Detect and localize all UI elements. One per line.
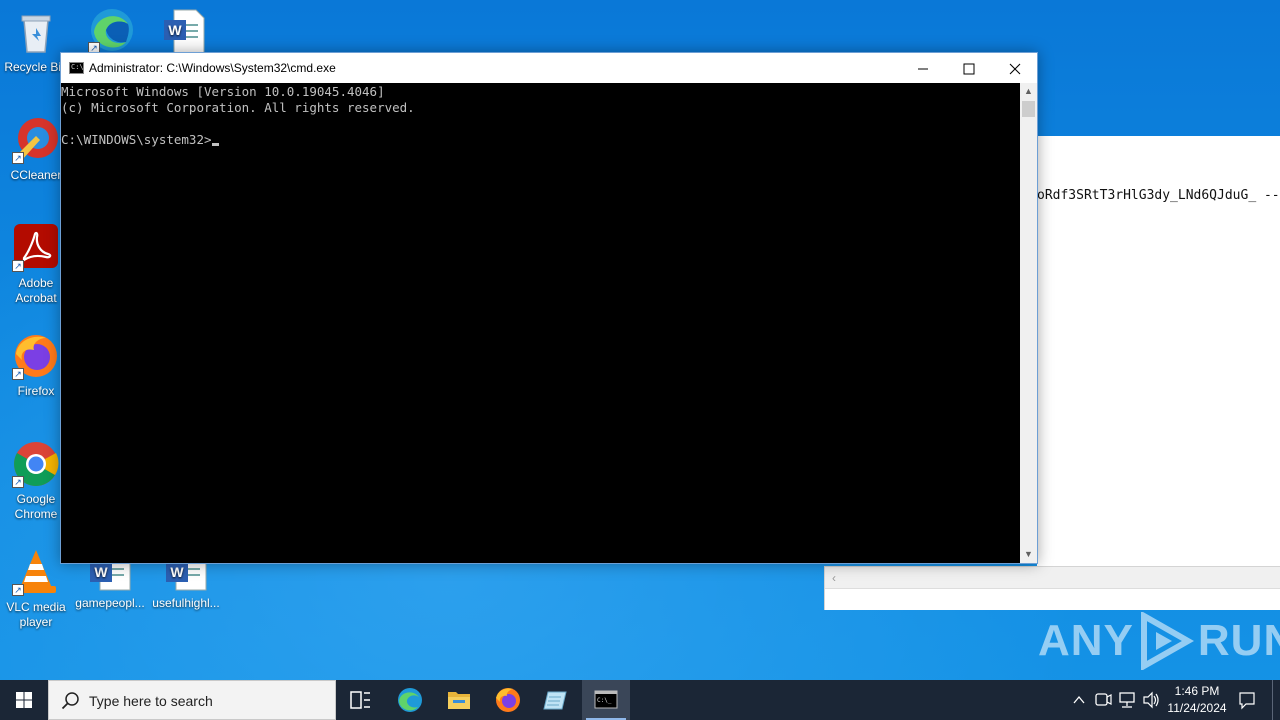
background-window-lower-pane[interactable]: ‹ (824, 566, 1280, 610)
text-cursor (211, 143, 219, 146)
chrome-icon: ↗ (12, 440, 60, 488)
word-document-icon: W (160, 8, 208, 56)
taskbar-clock[interactable]: 1:46 PM 11/24/2024 (1160, 683, 1234, 717)
console-output[interactable]: Microsoft Windows [Version 10.0.19045.40… (61, 83, 1020, 563)
shortcut-arrow-icon: ↗ (12, 152, 24, 164)
firefox-icon: ↗ (12, 332, 60, 380)
task-view-button[interactable] (336, 680, 384, 720)
taskbar: Type here to search C:\_ 1:46 PM 11/24/2… (0, 680, 1280, 720)
taskbar-edge[interactable] (386, 680, 434, 720)
window-title: Administrator: C:\Windows\System32\cmd.e… (89, 61, 336, 75)
scroll-up-icon[interactable]: ▲ (1020, 83, 1037, 100)
ccleaner-icon: ↗ (12, 116, 60, 164)
svg-text:W: W (170, 564, 184, 580)
shortcut-arrow-icon: ↗ (12, 584, 24, 596)
background-window-text: oRdf3SRtT3rHlG3dy_LNd6QJduG_ -- (1037, 188, 1280, 203)
network-button[interactable] (1116, 680, 1138, 720)
minimize-button[interactable] (900, 53, 946, 83)
desktop-icon-label: usefulhighl... (152, 596, 220, 610)
show-hidden-icons-button[interactable] (1068, 680, 1090, 720)
cmd-icon: C:\_ (594, 690, 618, 709)
clock-time: 1:46 PM (1174, 684, 1220, 698)
chevron-up-icon (1073, 695, 1085, 704)
cmd-window[interactable]: C:\ Administrator: C:\Windows\System32\c… (60, 52, 1038, 564)
volume-icon (1143, 691, 1159, 709)
file-explorer-icon (448, 692, 470, 709)
console-prompt-line: C:\WINDOWS\system32> (61, 132, 1020, 148)
network-icon (1119, 692, 1135, 708)
firefox-icon (496, 688, 520, 712)
shortcut-arrow-icon: ↗ (12, 260, 24, 272)
close-icon (1009, 63, 1021, 75)
taskbar-firefox[interactable] (484, 680, 532, 720)
search-placeholder: Type here to search (89, 693, 213, 709)
vertical-scrollbar[interactable]: ▲ ▼ (1020, 83, 1037, 563)
svg-text:W: W (94, 564, 108, 580)
taskbar-search-box[interactable]: Type here to search (48, 680, 336, 720)
action-center-button[interactable] (1236, 680, 1258, 720)
console-line: (c) Microsoft Corporation. All rights re… (61, 100, 415, 115)
shortcut-arrow-icon: ↗ (12, 476, 24, 488)
horizontal-scrollbar[interactable]: ‹ (825, 567, 1280, 589)
start-button[interactable] (0, 680, 48, 720)
acrobat-icon: ↗ (12, 224, 60, 272)
close-button[interactable] (992, 53, 1038, 83)
vlc-icon: ↗ (12, 548, 60, 596)
shortcut-arrow-icon: ↗ (12, 368, 24, 380)
show-desktop-button[interactable] (1272, 680, 1273, 720)
svg-text:W: W (168, 22, 182, 38)
cmd-titlebar[interactable]: C:\ Administrator: C:\Windows\System32\c… (61, 53, 1037, 83)
anyrun-watermark: ANY RUN (1038, 612, 1280, 672)
scroll-down-icon[interactable]: ▼ (1020, 546, 1037, 563)
svg-text:C:\_: C:\_ (597, 697, 612, 704)
taskbar-file-explorer[interactable] (435, 680, 483, 720)
clock-date: 11/24/2024 (1167, 701, 1227, 715)
cmd-icon: C:\ (69, 62, 84, 74)
notification-icon (1239, 692, 1255, 710)
edge-icon (398, 688, 422, 712)
maximize-button[interactable] (946, 53, 992, 83)
desktop-icon-label: VLC media player (6, 600, 66, 629)
maximize-icon (963, 63, 975, 75)
taskbar-cmd[interactable]: C:\_ (582, 680, 630, 720)
meet-now-button[interactable] (1092, 680, 1114, 720)
meet-now-icon (1095, 693, 1112, 706)
search-icon (61, 692, 79, 710)
play-logo-icon (1140, 612, 1194, 670)
windows-logo-icon (16, 692, 32, 708)
desktop-icon-usefulhigh-doc[interactable]: W usefulhighl... (150, 556, 222, 611)
minimize-icon (918, 68, 928, 70)
desktop-icon-edge[interactable]: ↗ (76, 6, 148, 58)
notepad-icon (543, 691, 567, 710)
desktop-icon-label: gamepeopl... (75, 596, 145, 610)
recycle-bin-icon (12, 8, 60, 56)
task-view-icon (350, 691, 370, 709)
scrollbar-thumb[interactable] (1022, 101, 1035, 117)
background-window[interactable]: oRdf3SRtT3rHlG3dy_LNd6QJduG_ -- (1037, 136, 1280, 572)
watermark-left-text: ANY (1038, 616, 1134, 665)
console-line: Microsoft Windows [Version 10.0.19045.40… (61, 84, 385, 99)
watermark-right-text: RUN (1197, 616, 1280, 665)
scroll-left-icon[interactable]: ‹ (827, 570, 841, 586)
volume-button[interactable] (1140, 680, 1162, 720)
edge-icon: ↗ (88, 6, 136, 54)
console-prompt: C:\WINDOWS\system32> (61, 132, 212, 147)
taskbar-notepad[interactable] (532, 680, 580, 720)
desktop-icon-gamepeople-doc[interactable]: W gamepeopl... (74, 556, 146, 611)
